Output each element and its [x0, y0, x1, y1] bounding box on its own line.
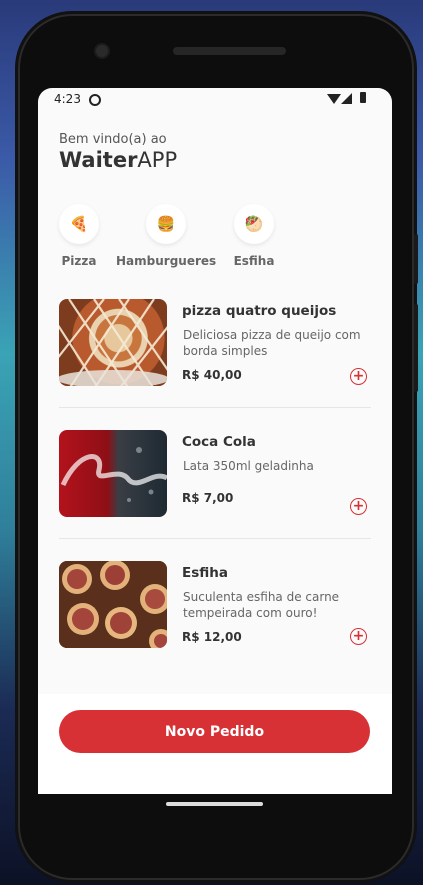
esfiha-plate-illustration [59, 561, 167, 648]
footer-bar: Novo Pedido [38, 694, 392, 794]
app-brand: WaiterAPP [59, 148, 177, 172]
product-image-pizza [59, 299, 167, 386]
product-description: Lata 350ml geladinha [183, 459, 314, 473]
notification-icon [89, 94, 101, 106]
esfiha-icon: 🥙 [234, 204, 274, 244]
product-item-coca-cola[interactable]: Coca Cola Lata 350ml geladinha R$ 7,00 + [59, 430, 371, 520]
plus-circle-icon[interactable]: + [350, 498, 367, 515]
product-description: Deliciosa pizza de queijo com borda simp… [183, 328, 361, 358]
plus-circle-icon[interactable]: + [350, 368, 367, 385]
category-label: Pizza [61, 254, 97, 268]
wifi-icon [327, 94, 341, 104]
status-bar: 4:23 [38, 88, 392, 110]
product-description: Suculenta esfiha de carne tempeirada com… [183, 590, 340, 620]
app-screen: 4:23 Bem vindo(a) ao WaiterAPP 🍕 Pizza 🍔… [38, 88, 392, 794]
side-button [414, 234, 418, 284]
product-item-pizza[interactable]: pizza quatro queijos Deliciosa pizza de … [59, 299, 371, 394]
brand-bold: Waiter [59, 148, 138, 172]
product-price: R$ 7,00 [182, 491, 234, 505]
product-name: pizza quatro queijos [182, 303, 337, 319]
category-label: Hamburgueres [116, 254, 217, 268]
category-hamburgueres[interactable]: 🍔 Hamburgueres [116, 204, 216, 268]
product-image-coca-cola [59, 430, 167, 517]
category-label: Esfiha [233, 254, 275, 268]
front-camera [96, 45, 108, 57]
new-order-button[interactable]: Novo Pedido [59, 710, 370, 753]
volume-button [414, 304, 418, 392]
earpiece-speaker [173, 47, 286, 55]
brand-light: APP [137, 148, 178, 172]
plus-circle-icon[interactable]: + [350, 628, 367, 645]
product-item-esfiha[interactable]: Esfiha Suculenta esfiha de carne tempeir… [59, 561, 371, 651]
signal-icon [341, 93, 352, 104]
product-price: R$ 12,00 [182, 630, 242, 644]
product-image-esfiha [59, 561, 167, 648]
greeting-text: Bem vindo(a) ao [59, 132, 167, 147]
divider [59, 407, 371, 408]
category-esfiha[interactable]: 🥙 Esfiha [234, 204, 274, 268]
pizza-icon: 🍕 [59, 204, 99, 244]
product-name: Esfiha [182, 565, 228, 581]
status-time: 4:23 [54, 92, 81, 106]
home-indicator[interactable] [166, 802, 263, 806]
can-logo-shape [60, 447, 167, 502]
category-pizza[interactable]: 🍕 Pizza [59, 204, 99, 268]
battery-icon [360, 92, 366, 103]
hamburger-icon: 🍔 [146, 204, 186, 244]
product-name: Coca Cola [182, 434, 256, 450]
divider [59, 538, 371, 539]
product-price: R$ 40,00 [182, 368, 242, 382]
cheese-drizzle-pattern [59, 299, 167, 386]
